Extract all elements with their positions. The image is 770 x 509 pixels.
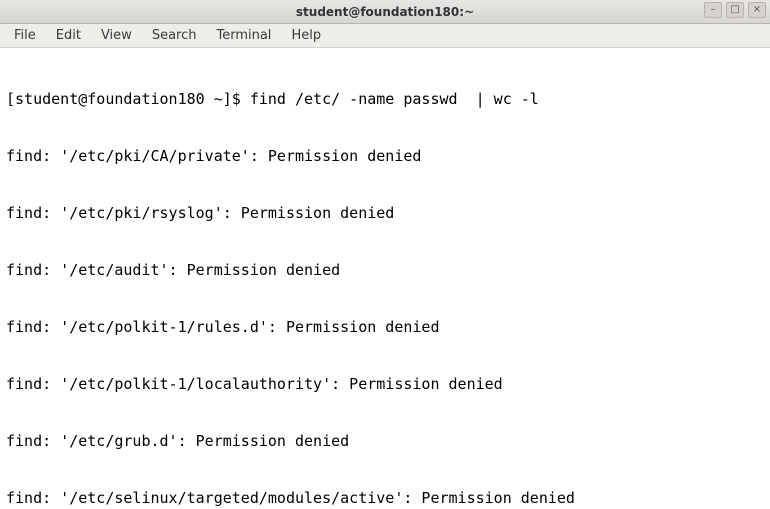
menu-item-search[interactable]: Search — [144, 26, 205, 45]
window-title: student@foundation180:~ — [0, 5, 770, 19]
menu-item-edit[interactable]: Edit — [48, 26, 89, 45]
terminal-line: find: '/etc/polkit-1/rules.d': Permissio… — [6, 318, 764, 337]
menu-item-help[interactable]: Help — [283, 26, 329, 45]
prompt: [student@foundation180 ~]$ — [6, 90, 250, 108]
maximize-button[interactable]: □ — [726, 2, 744, 18]
terminal-line: find: '/etc/pki/rsyslog': Permission den… — [6, 204, 764, 223]
terminal-line: find: '/etc/pki/CA/private': Permission … — [6, 147, 764, 166]
terminal-line: find: '/etc/selinux/targeted/modules/act… — [6, 489, 764, 508]
menubar: File Edit View Search Terminal Help — [0, 24, 770, 48]
menu-item-view[interactable]: View — [93, 26, 140, 45]
terminal-area[interactable]: [student@foundation180 ~]$ find /etc/ -n… — [0, 48, 770, 509]
terminal-line: find: '/etc/polkit-1/localauthority': Pe… — [6, 375, 764, 394]
menu-item-terminal[interactable]: Terminal — [208, 26, 279, 45]
menu-item-file[interactable]: File — [6, 26, 44, 45]
titlebar: student@foundation180:~ – □ × — [0, 0, 770, 24]
terminal-line: find: '/etc/grub.d': Permission denied — [6, 432, 764, 451]
terminal-line: find: '/etc/audit': Permission denied — [6, 261, 764, 280]
terminal-window: student@foundation180:~ – □ × File Edit … — [0, 0, 770, 509]
minimize-button[interactable]: – — [704, 2, 722, 18]
command-text: find /etc/ -name passwd | wc -l — [250, 90, 539, 108]
close-button[interactable]: × — [748, 2, 766, 18]
window-controls: – □ × — [704, 2, 766, 18]
terminal-line: [student@foundation180 ~]$ find /etc/ -n… — [6, 90, 764, 109]
